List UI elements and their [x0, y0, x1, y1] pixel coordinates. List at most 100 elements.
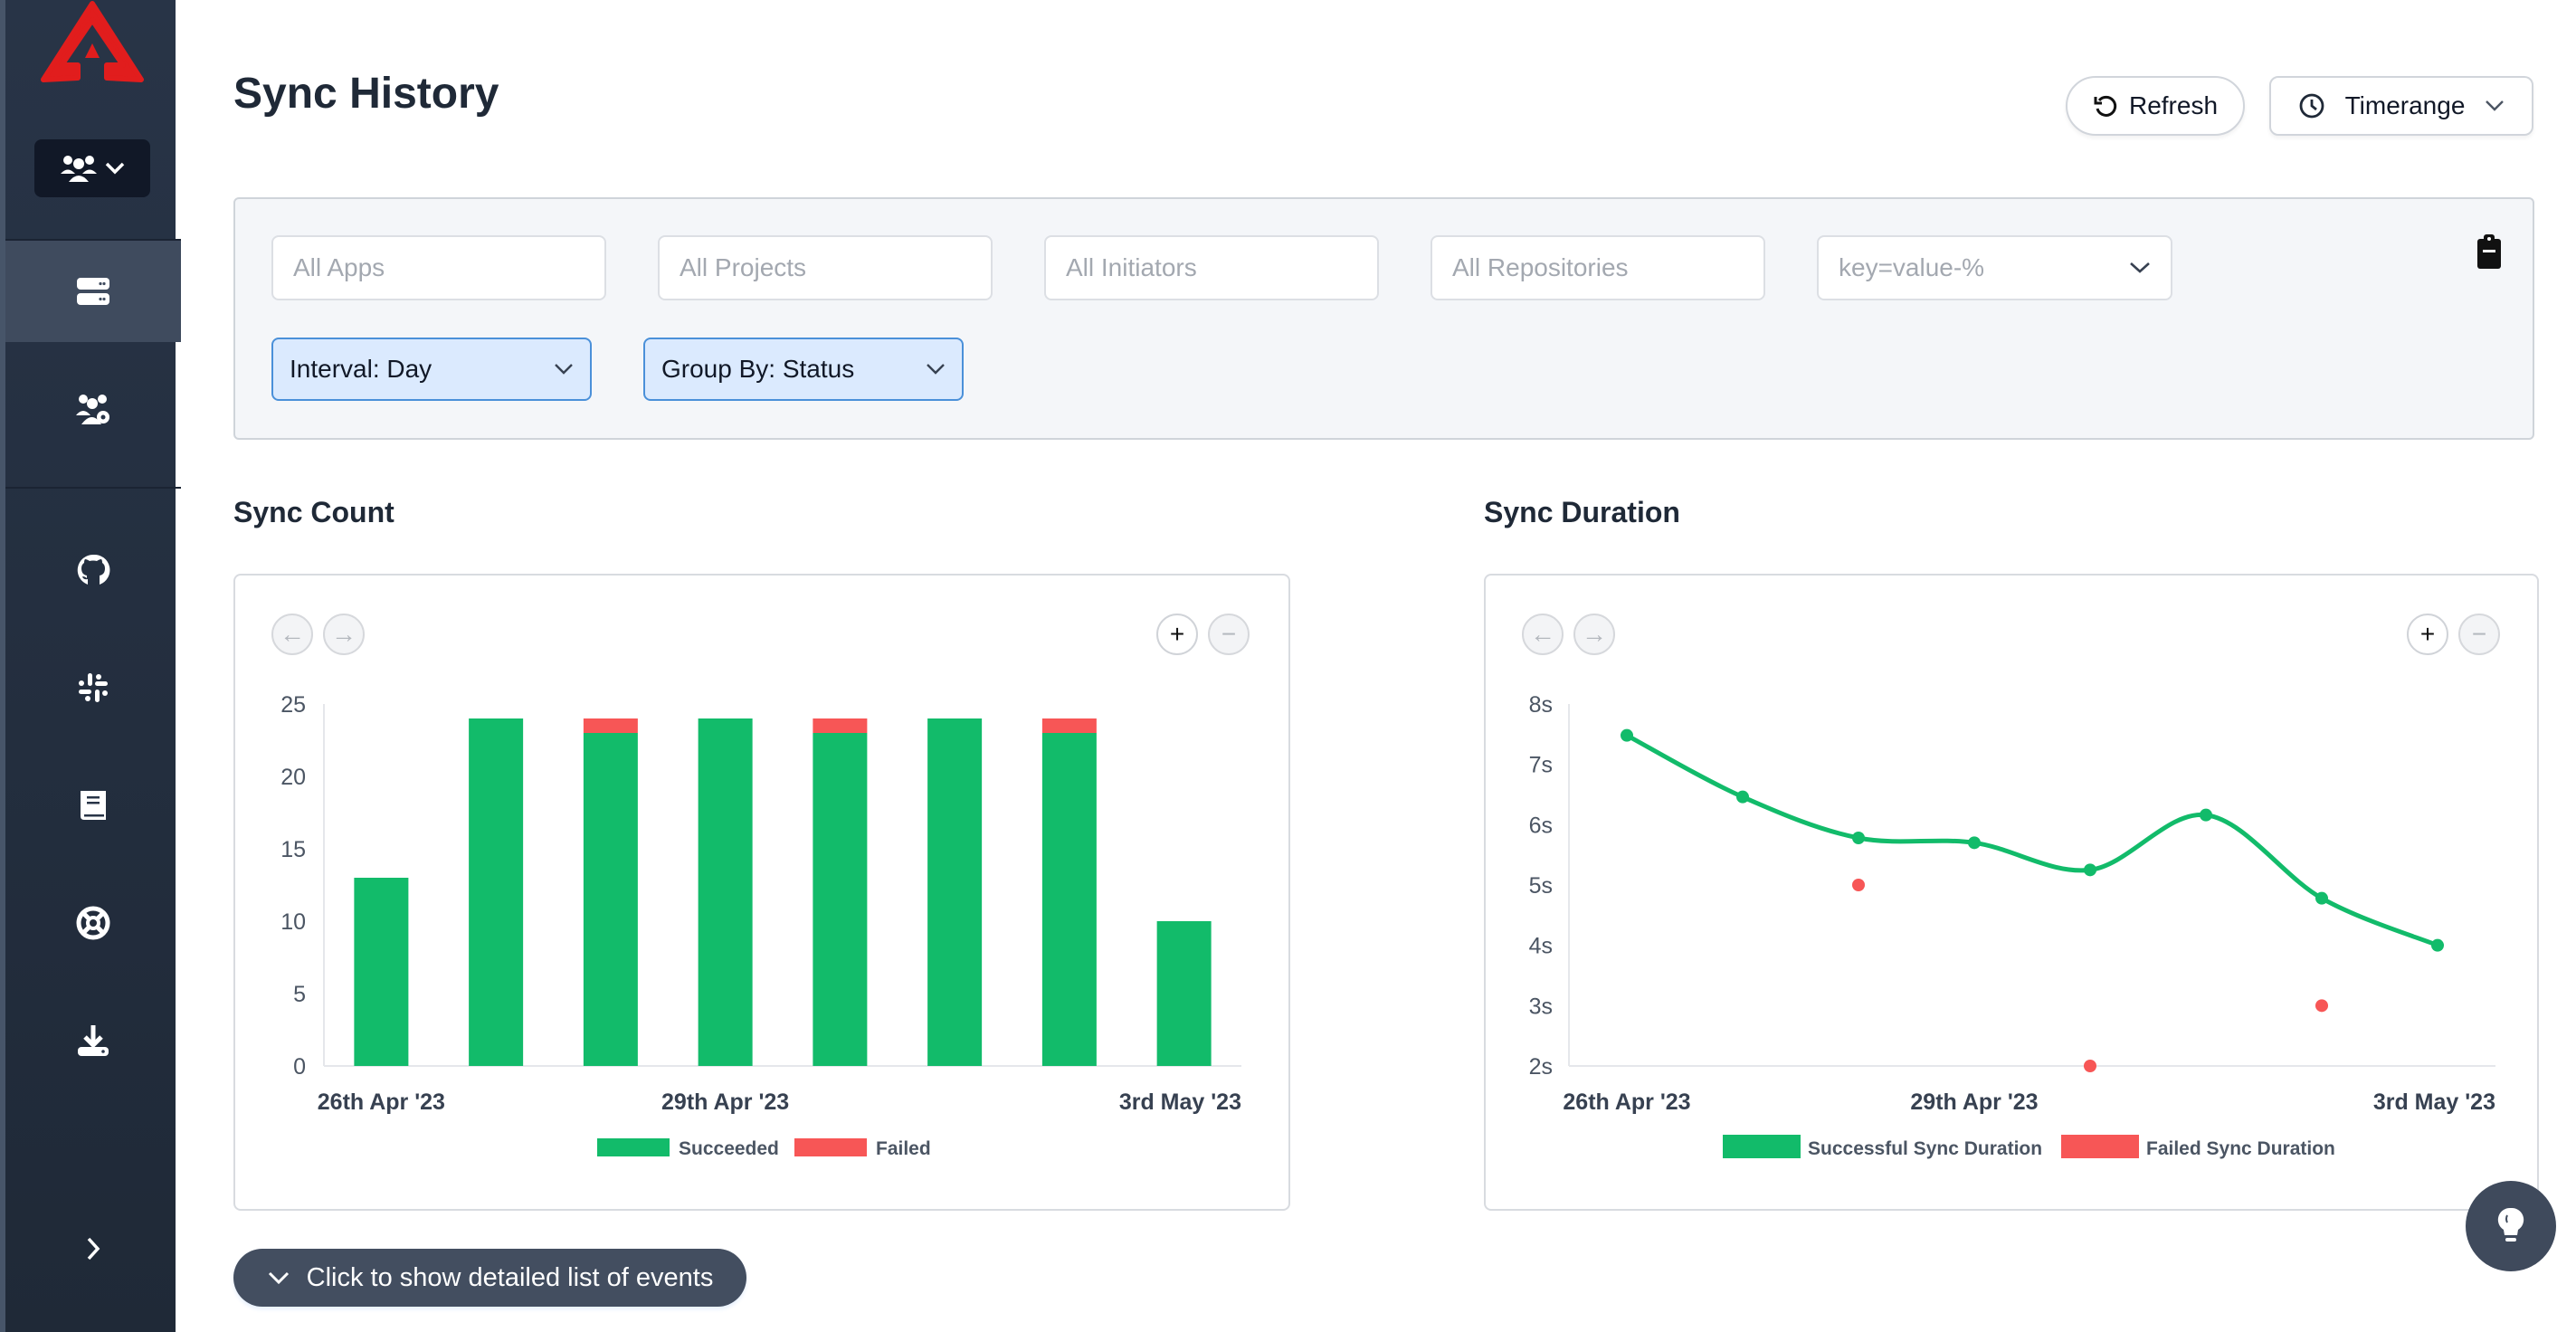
bar-succeeded: [813, 733, 868, 1066]
sidebar-item-docs[interactable]: [5, 755, 181, 856]
sync-duration-chart: 2s 3s 4s 5s 6s 7s 8s 26th Apr '23 29th Apr '23 3r…: [1529, 692, 2495, 1159]
sync-count-title: Sync Count: [233, 496, 394, 528]
clipboard-icon[interactable]: [2476, 233, 2502, 270]
apps-placeholder: All Apps: [293, 253, 385, 281]
chevron-down-icon: [555, 364, 573, 375]
app-logo[interactable]: [36, 0, 148, 90]
bar-succeeded: [698, 718, 753, 1066]
sidebar-item-download[interactable]: [5, 990, 181, 1091]
sidebar: [0, 0, 181, 1332]
y-tick-label: 0: [293, 1054, 306, 1080]
bar-succeeded: [1041, 733, 1097, 1066]
interval-select[interactable]: Interval: Day: [271, 338, 592, 401]
y-tick-label: 8s: [1529, 692, 1553, 718]
bar-succeeded: [354, 878, 409, 1066]
timerange-dropdown[interactable]: Timerange: [2269, 76, 2533, 136]
bar-failed: [1041, 718, 1097, 733]
legend-label: Succeeded: [679, 1138, 779, 1159]
success-duration-line: [1625, 733, 2438, 947]
success-duration-point: [2084, 863, 2096, 877]
projects-filter-input[interactable]: All Projects: [658, 235, 993, 300]
sync-duration-title: Sync Duration: [1484, 496, 1680, 528]
chevron-down-icon: [2130, 262, 2150, 273]
chevron-down-icon: [105, 162, 125, 175]
bar-succeeded: [469, 718, 524, 1066]
legend-label: Failed: [876, 1138, 931, 1159]
sidebar-item-slack[interactable]: [5, 637, 181, 738]
chevron-down-icon: [2486, 100, 2505, 111]
legend-swatch: [794, 1138, 867, 1156]
download-icon: [78, 1025, 109, 1056]
bar-succeeded: [927, 718, 983, 1066]
chevron-right-icon: [87, 1237, 100, 1261]
initiators-placeholder: All Initiators: [1066, 253, 1197, 281]
server-icon: [77, 278, 109, 305]
failed-duration-point: [2315, 999, 2328, 1013]
book-icon: [81, 791, 106, 820]
timerange-label: Timerange: [2344, 91, 2466, 119]
github-icon: [77, 554, 110, 585]
failed-duration-point: [1852, 879, 1865, 891]
team-switcher[interactable]: [34, 139, 150, 197]
users-icon: [61, 156, 97, 182]
y-tick-label: 20: [280, 765, 306, 790]
sync-count-chart: 0 5 10 15 20 25 26th Apr '23 29th Apr '23 3rd Ma…: [280, 692, 1241, 1159]
x-tick-label: 29th Apr '23: [1910, 1089, 2038, 1115]
group-by-value: Group By: Status: [661, 355, 855, 383]
failed-duration-point: [2084, 1060, 2096, 1072]
bar-succeeded: [583, 733, 638, 1066]
success-duration-point: [2431, 938, 2444, 952]
sync-duration-card: ← → + − 2s 3s 4s 5s 6s 7s 8s 26th Apr '23 29th A…: [1484, 574, 2539, 1211]
sidebar-expand-button[interactable]: [5, 1213, 181, 1285]
repositories-placeholder: All Repositories: [1452, 253, 1629, 281]
y-tick-label: 6s: [1529, 813, 1553, 838]
success-duration-point: [1736, 790, 1749, 804]
interval-value: Interval: Day: [290, 355, 433, 383]
group-by-select[interactable]: Group By: Status: [643, 338, 964, 401]
success-duration-point: [1852, 832, 1865, 844]
lifebuoy-icon: [76, 906, 110, 940]
show-events-label: Click to show detailed list of events: [306, 1262, 714, 1292]
repositories-filter-input[interactable]: All Repositories: [1431, 235, 1765, 300]
y-tick-label: 15: [280, 837, 306, 862]
sync-count-card: ← → + − 0 5 10 15 20 25 26th Apr '23 29th Apr '…: [233, 574, 1290, 1211]
clock-icon: [2299, 93, 2324, 119]
success-duration-point: [1968, 836, 1981, 850]
y-tick-label: 7s: [1529, 753, 1553, 778]
success-duration-point: [1621, 728, 1633, 742]
sidebar-item-github[interactable]: [5, 519, 181, 621]
filter-panel: All Apps All Projects All Initiators All…: [233, 197, 2534, 440]
users-gear-icon: [76, 395, 109, 424]
sidebar-item-support[interactable]: [5, 872, 181, 974]
refresh-icon: [2094, 95, 2117, 117]
show-events-button[interactable]: Click to show detailed list of events: [233, 1249, 746, 1307]
y-tick-label: 5: [293, 982, 306, 1007]
labels-filter-select[interactable]: key=value-%: [1817, 235, 2172, 300]
bar-failed: [813, 718, 868, 733]
y-tick-label: 2s: [1529, 1054, 1553, 1080]
projects-placeholder: All Projects: [680, 253, 807, 281]
slack-icon: [79, 673, 108, 702]
y-tick-label: 25: [280, 692, 306, 718]
y-tick-label: 3s: [1529, 994, 1553, 1019]
bar-failed: [583, 718, 638, 733]
legend-label: Failed Sync Duration: [2146, 1138, 2335, 1159]
sidebar-item-sync-history[interactable]: [5, 241, 181, 342]
page-title: Sync History: [233, 70, 499, 118]
initiators-filter-input[interactable]: All Initiators: [1044, 235, 1379, 300]
success-duration-point: [2200, 808, 2212, 822]
labels-placeholder: key=value-%: [1839, 253, 1985, 281]
refresh-button[interactable]: Refresh: [2066, 76, 2245, 136]
sidebar-item-team-settings[interactable]: [5, 358, 181, 460]
legend-swatch: [2061, 1135, 2139, 1158]
y-tick-label: 5s: [1529, 873, 1553, 899]
legend-swatch: [597, 1138, 670, 1156]
success-duration-point: [2315, 891, 2328, 905]
apps-filter-input[interactable]: All Apps: [271, 235, 606, 300]
refresh-label: Refresh: [2128, 91, 2219, 119]
y-tick-label: 10: [280, 909, 306, 935]
legend-label: Successful Sync Duration: [1808, 1138, 2042, 1159]
tips-button[interactable]: [2466, 1181, 2556, 1271]
x-tick-label: 3rd May '23: [2373, 1089, 2495, 1115]
x-tick-label: 26th Apr '23: [318, 1089, 445, 1115]
